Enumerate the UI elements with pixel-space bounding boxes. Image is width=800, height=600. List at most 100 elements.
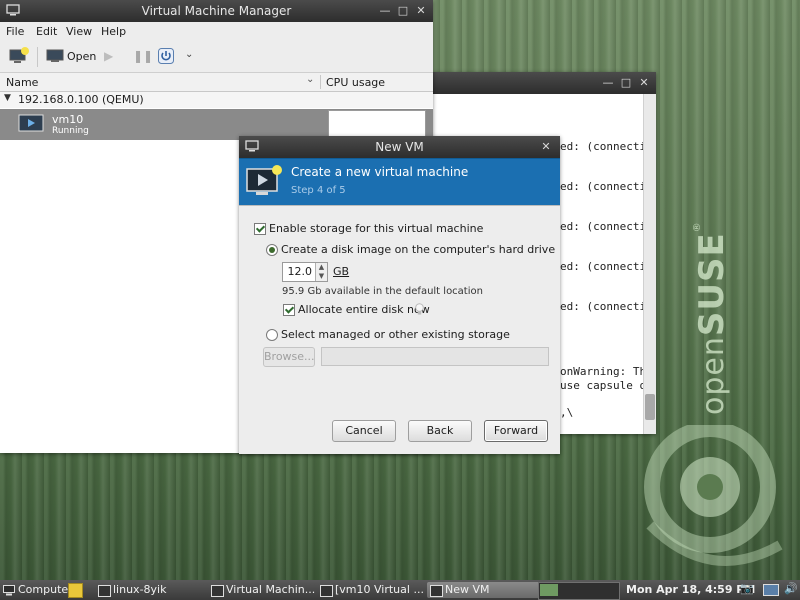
toolbar-separator bbox=[37, 47, 38, 67]
back-button-label: Back bbox=[426, 424, 454, 437]
vm-console-icon bbox=[320, 585, 333, 597]
camera-icon[interactable]: 📷 bbox=[740, 582, 754, 595]
host-row[interactable]: ▼ 192.168.0.100 (QEMU) bbox=[0, 92, 433, 108]
browse-button[interactable]: Browse... bbox=[263, 347, 315, 367]
power-icon[interactable] bbox=[158, 48, 174, 64]
terminal-titlebar[interactable]: — □ ✕ bbox=[432, 72, 656, 94]
vmm-titlebar[interactable]: Virtual Machine Manager — □ ✕ bbox=[0, 0, 433, 22]
minimize-icon[interactable]: — bbox=[377, 0, 393, 22]
create-disk-label[interactable]: Create a disk image on the computer's ha… bbox=[281, 243, 555, 256]
select-managed-label[interactable]: Select managed or other existing storage bbox=[281, 328, 510, 341]
open-vm-icon[interactable] bbox=[46, 49, 64, 63]
forward-button-label: Forward bbox=[493, 424, 539, 437]
vmm-toolbar: Open ▶ ❚❚ ⌄ bbox=[0, 41, 433, 73]
new-vm-icon[interactable] bbox=[9, 47, 29, 65]
terminal-line: ed: (connecti bbox=[560, 220, 647, 233]
maximize-icon[interactable]: □ bbox=[395, 0, 411, 22]
vm-monitor-icon bbox=[18, 114, 44, 132]
taskbar-item-vm10-console[interactable]: [vm10 Virtual ... bbox=[317, 582, 441, 598]
terminal-line: ed: (connecti bbox=[560, 260, 647, 273]
create-disk-radio[interactable] bbox=[266, 244, 278, 256]
cancel-button-label: Cancel bbox=[345, 424, 383, 437]
brand-open-text: open bbox=[696, 336, 731, 415]
vm-list-header: Name ⌄ CPU usage bbox=[0, 73, 433, 92]
brand-suse-text: SUSE bbox=[692, 232, 732, 337]
computer-label: Computer bbox=[18, 583, 73, 596]
dialog-header-title: Create a new virtual machine bbox=[291, 165, 469, 179]
dialog-body: Enable storage for this virtual machine … bbox=[239, 205, 560, 454]
workspace-1[interactable] bbox=[540, 584, 558, 596]
dialog-title: New VM bbox=[375, 140, 424, 154]
taskbar-item-label: Virtual Machin... bbox=[226, 583, 316, 596]
new-vm-icon bbox=[430, 585, 443, 597]
terminal-line: ed: (connecti bbox=[560, 180, 647, 193]
taskbar-item-virt-manager[interactable]: Virtual Machin... bbox=[208, 582, 330, 598]
scrollbar-thumb[interactable] bbox=[645, 394, 655, 420]
available-space-text: 95.9 Gb available in the default locatio… bbox=[282, 286, 483, 297]
clock[interactable]: Mon Apr 18, 4:59 PM bbox=[626, 583, 755, 596]
column-divider bbox=[320, 75, 321, 89]
chevron-down-icon[interactable]: ⌄ bbox=[185, 49, 193, 60]
taskbar-item-label: New VM bbox=[445, 583, 490, 596]
disk-size-input[interactable]: 12.0 bbox=[288, 265, 313, 278]
info-bulb-icon bbox=[415, 303, 424, 315]
disk-size-spinner[interactable]: 12.0 ▲ ▼ bbox=[282, 262, 328, 282]
storage-path-input[interactable] bbox=[321, 347, 549, 366]
taskbar-item-label: [vm10 Virtual ... bbox=[335, 583, 424, 596]
menu-file[interactable]: File bbox=[6, 25, 24, 38]
column-sort-chevron-icon[interactable]: ⌄ bbox=[306, 74, 314, 85]
open-button[interactable]: Open bbox=[67, 50, 96, 63]
dialog-titlebar[interactable]: New VM ✕ bbox=[239, 136, 560, 158]
workspace-switcher[interactable] bbox=[538, 582, 620, 600]
taskbar: Computer linux-8yik Virtual Machin... [v… bbox=[0, 580, 800, 600]
text-editor-launcher-icon[interactable] bbox=[68, 583, 83, 598]
opensuse-gecko-logo bbox=[644, 425, 783, 566]
menu-bar: File Edit View Help bbox=[0, 22, 433, 41]
terminal-icon bbox=[98, 585, 111, 597]
spinner-up-icon[interactable]: ▲ bbox=[316, 263, 327, 272]
back-button[interactable]: Back bbox=[408, 420, 472, 442]
vm-status: Running bbox=[52, 126, 89, 136]
minimize-icon[interactable]: — bbox=[600, 72, 616, 94]
window-title: Virtual Machine Manager bbox=[141, 4, 292, 18]
allocate-disk-checkbox[interactable] bbox=[283, 304, 295, 316]
terminal-line: onWarning: The bbox=[560, 365, 653, 378]
dialog-step: Step 4 of 5 bbox=[291, 185, 346, 196]
opensuse-logo-text: openSUSE® bbox=[650, 221, 780, 420]
browse-button-label: Browse... bbox=[264, 350, 315, 363]
maximize-icon[interactable]: □ bbox=[618, 72, 634, 94]
spinner-buttons[interactable]: ▲ ▼ bbox=[315, 263, 327, 281]
volume-icon[interactable]: 🔊 bbox=[784, 582, 798, 595]
menu-edit[interactable]: Edit bbox=[36, 25, 57, 38]
enable-storage-label[interactable]: Enable storage for this virtual machine bbox=[269, 222, 483, 235]
new-vm-wizard-icon bbox=[246, 165, 282, 195]
enable-storage-checkbox[interactable] bbox=[254, 223, 266, 235]
terminal-line: ed: (connecti bbox=[560, 140, 647, 153]
column-name[interactable]: Name bbox=[6, 76, 38, 89]
taskbar-item-new-vm[interactable]: New VM bbox=[427, 582, 551, 598]
forward-button[interactable]: Forward bbox=[484, 420, 548, 442]
pause-icon[interactable]: ❚❚ bbox=[133, 49, 153, 63]
cancel-button[interactable]: Cancel bbox=[332, 420, 396, 442]
computer-icon bbox=[3, 585, 15, 596]
close-icon[interactable]: ✕ bbox=[636, 72, 652, 94]
allocate-disk-label[interactable]: Allocate entire disk now bbox=[298, 303, 430, 316]
terminal-line: ed: (connecti bbox=[560, 300, 647, 313]
menu-view[interactable]: View bbox=[66, 25, 92, 38]
select-managed-radio[interactable] bbox=[266, 329, 278, 341]
monitor-tray-icon[interactable] bbox=[763, 584, 779, 596]
close-icon[interactable]: ✕ bbox=[538, 136, 554, 158]
column-cpu-usage[interactable]: CPU usage bbox=[326, 76, 385, 89]
close-icon[interactable]: ✕ bbox=[413, 0, 429, 22]
new-vm-dialog[interactable]: New VM ✕ Create a new virtual machine St… bbox=[239, 136, 560, 454]
disk-size-unit: GB bbox=[333, 265, 350, 278]
vm-name: vm10 bbox=[52, 113, 84, 126]
play-icon[interactable]: ▶ bbox=[104, 49, 113, 63]
taskbar-item-terminal[interactable]: linux-8yik bbox=[95, 582, 225, 598]
terminal-scrollbar[interactable] bbox=[643, 94, 656, 434]
menu-help[interactable]: Help bbox=[101, 25, 126, 38]
virt-manager-icon bbox=[211, 585, 224, 597]
spinner-down-icon[interactable]: ▼ bbox=[316, 272, 327, 281]
terminal-line: use capsule o bbox=[560, 379, 647, 392]
expander-icon[interactable]: ▼ bbox=[4, 93, 11, 103]
